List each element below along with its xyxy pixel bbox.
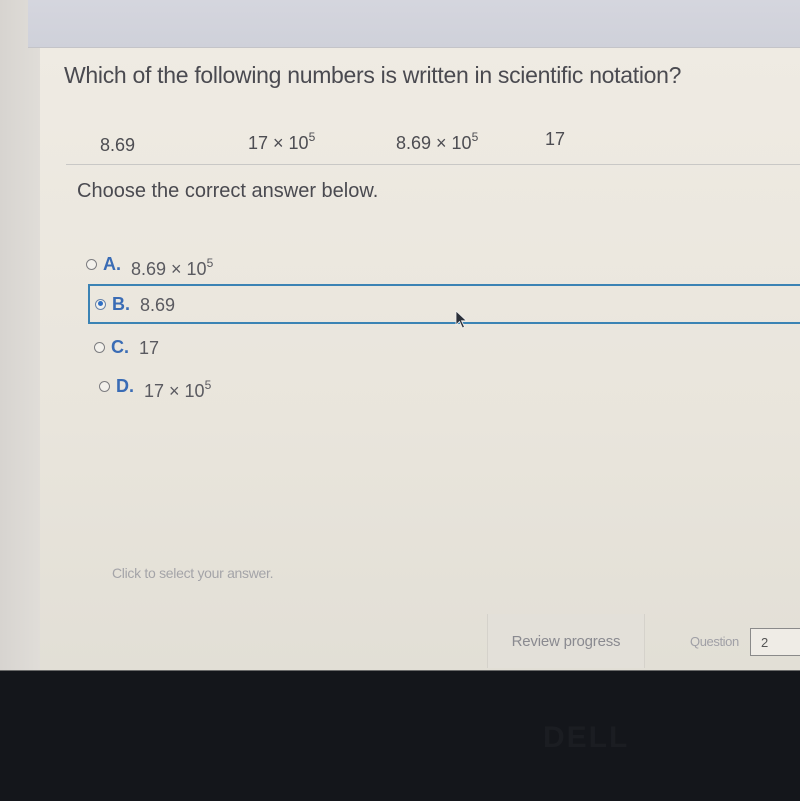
dell-logo: DELL	[543, 721, 630, 754]
number-item: 8.69	[100, 135, 136, 155]
instruction-text: Choose the correct answer below.	[77, 180, 379, 202]
footer-bar: Review progress Question	[40, 610, 800, 670]
number-item: 17	[545, 129, 566, 149]
question-number-input[interactable]	[750, 628, 800, 656]
option-letter: B.	[112, 293, 130, 314]
review-progress-button[interactable]: Review progress	[487, 614, 645, 668]
question-text: Which of the following numbers is writte…	[64, 62, 682, 88]
option-value: 17	[139, 338, 160, 358]
radio-button-icon[interactable]	[99, 380, 110, 392]
number-item: 17 × 105	[248, 130, 316, 153]
option-value: 17 × 105	[144, 378, 212, 401]
option-letter: A.	[103, 253, 121, 274]
question-panel: Which of the following numbers is writte…	[40, 48, 800, 670]
monitor-bezel: DELL	[0, 670, 800, 801]
divider	[66, 164, 800, 165]
option-letter: C.	[111, 336, 129, 357]
option-d[interactable]: D. 17 × 105	[99, 367, 211, 405]
option-b[interactable]: B. 8.69	[88, 284, 800, 324]
number-item: 8.69 × 105	[396, 130, 479, 153]
question-number-label: Question	[690, 634, 739, 649]
radio-button-icon[interactable]	[94, 341, 105, 353]
radio-button-selected-icon[interactable]	[95, 298, 106, 310]
top-header-band	[28, 0, 800, 48]
option-letter: D.	[116, 375, 134, 396]
option-c[interactable]: C. 17	[94, 328, 159, 366]
mouse-cursor-icon	[455, 310, 468, 329]
option-a[interactable]: A. 8.69 × 105	[86, 245, 213, 283]
number-list: 8.69 17 × 105 8.69 × 105 17	[40, 126, 800, 156]
screen-left-margin	[0, 0, 40, 670]
radio-button-icon[interactable]	[86, 258, 97, 270]
option-value: 8.69	[140, 295, 176, 315]
option-value: 8.69 × 105	[131, 256, 214, 279]
hint-text: Click to select your answer.	[112, 565, 274, 581]
